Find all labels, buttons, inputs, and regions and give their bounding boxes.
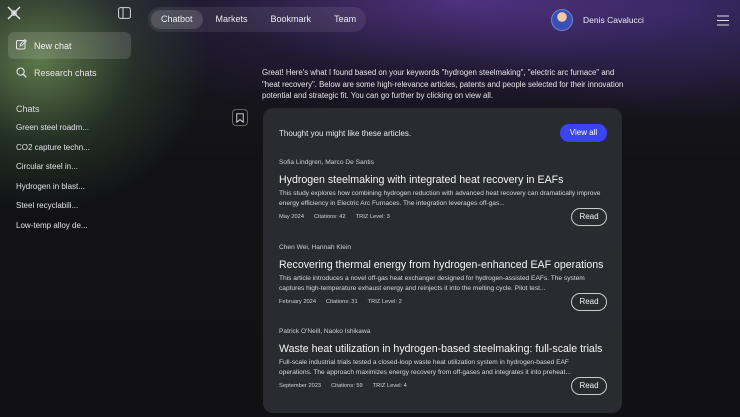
article-title[interactable]: Recovering thermal energy from hydrogen-… bbox=[279, 259, 607, 271]
read-button[interactable]: Read bbox=[571, 208, 607, 226]
article-card: Chen Wei, Hannah Klein Recovering therma… bbox=[279, 244, 607, 311]
chat-item[interactable]: Circular steel in... bbox=[16, 162, 90, 182]
chat-item[interactable]: Green steel roadm... bbox=[16, 123, 90, 143]
article-citations: Citations: 59 bbox=[331, 383, 363, 389]
assistant-message: Great! Here's what I found based on your… bbox=[262, 68, 624, 100]
article-authors: Sofia Lindgren, Marco De Santis bbox=[279, 159, 374, 166]
new-chat-button[interactable]: New chat bbox=[8, 32, 131, 59]
bookmark-icon[interactable] bbox=[232, 109, 248, 126]
new-chat-label: New chat bbox=[34, 40, 72, 51]
read-button[interactable]: Read bbox=[571, 293, 607, 311]
sidebar-toggle-icon[interactable] bbox=[118, 6, 132, 20]
tab-team[interactable]: Team bbox=[324, 10, 366, 29]
article-citations: Citations: 42 bbox=[313, 214, 346, 220]
article-authors: Patrick O'Neill, Naoko Ishikawa bbox=[279, 328, 371, 335]
logo-icon[interactable] bbox=[7, 6, 21, 20]
tab-chatbot[interactable]: Chatbot bbox=[151, 10, 203, 29]
chats-heading: Chats bbox=[16, 104, 40, 114]
article-meta: February 2024 Citations: 31 TRIZ Level: … bbox=[279, 299, 607, 305]
menu-icon[interactable] bbox=[717, 13, 729, 26]
article-triz: TRIZ Level: 4 bbox=[372, 383, 407, 389]
user-profile[interactable]: Denis Cavalucci bbox=[551, 9, 644, 31]
article-card: Patrick O'Neill, Naoko Ishikawa Waste he… bbox=[279, 328, 607, 395]
chat-item[interactable]: Steel recyclabili... bbox=[16, 201, 90, 221]
research-chats-label: Research chats bbox=[34, 68, 97, 78]
search-icon bbox=[16, 66, 27, 80]
chat-item[interactable]: Low-temp alloy de... bbox=[16, 221, 90, 241]
article-title[interactable]: Waste heat utilization in hydrogen-based… bbox=[279, 343, 607, 355]
article-card: Sofia Lindgren, Marco De Santis Hydrogen… bbox=[279, 159, 607, 226]
chat-list: Green steel roadm... CO2 capture techn..… bbox=[16, 123, 90, 241]
view-all-button[interactable]: View all bbox=[560, 124, 607, 142]
read-button[interactable]: Read bbox=[571, 377, 607, 395]
sidebar: New chat Research chats Chats Green stee… bbox=[0, 0, 140, 417]
article-title[interactable]: Hydrogen steelmaking with integrated hea… bbox=[279, 174, 607, 186]
article-date: September 2023 bbox=[279, 383, 322, 389]
article-date: February 2024 bbox=[279, 299, 316, 305]
article-description: Full-scale industrial trials tested a cl… bbox=[279, 359, 571, 376]
user-name: Denis Cavalucci bbox=[583, 15, 644, 25]
tab-bookmark[interactable]: Bookmark bbox=[261, 10, 322, 29]
research-chats-button[interactable]: Research chats bbox=[8, 63, 131, 83]
articles-panel: Thought you might like these articles. V… bbox=[263, 108, 622, 413]
article-description: This article introduces a novel off-gas … bbox=[279, 275, 585, 292]
article-meta: September 2023 Citations: 59 TRIZ Level:… bbox=[279, 383, 607, 389]
article-description: This study explores how combining hydrog… bbox=[279, 190, 601, 207]
tab-markets[interactable]: Markets bbox=[206, 10, 258, 29]
panel-title: Thought you might like these articles. bbox=[279, 129, 412, 138]
article-citations: Citations: 31 bbox=[326, 299, 358, 305]
article-triz: TRIZ Level: 3 bbox=[355, 214, 390, 220]
top-nav: Chatbot Markets Bookmark Team bbox=[148, 7, 366, 32]
avatar[interactable] bbox=[551, 9, 573, 31]
article-date: May 2024 bbox=[279, 214, 304, 220]
article-meta: May 2024 Citations: 42 TRIZ Level: 3 bbox=[279, 214, 607, 220]
chat-item[interactable]: Hydrogen in blast... bbox=[16, 182, 90, 202]
edit-icon bbox=[16, 38, 28, 52]
article-triz: TRIZ Level: 2 bbox=[367, 299, 402, 305]
chat-item[interactable]: CO2 capture techn... bbox=[16, 143, 90, 163]
article-authors: Chen Wei, Hannah Klein bbox=[279, 244, 352, 251]
